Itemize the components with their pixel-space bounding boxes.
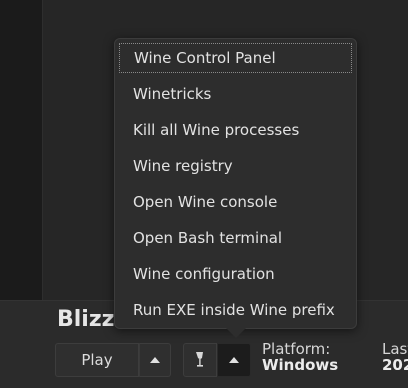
platform-value: Windows <box>262 356 339 374</box>
menu-item-wine-configuration[interactable]: Wine configuration <box>119 259 352 289</box>
popover-arrow <box>226 328 246 338</box>
wine-glass-icon <box>196 352 203 367</box>
wine-popover-menu: Wine Control Panel Winetricks Kill all W… <box>114 38 357 329</box>
triangle-up-icon <box>229 357 239 363</box>
wine-menu-toggle-button[interactable] <box>217 343 251 377</box>
menu-item-winetricks[interactable]: Winetricks <box>119 79 352 109</box>
menu-item-wine-console[interactable]: Open Wine console <box>119 187 352 217</box>
play-button[interactable]: Play <box>55 343 139 377</box>
lutris-window: Blizzard Play Platform: Windows Last 202… <box>0 0 408 388</box>
sidebar <box>0 0 43 300</box>
menu-item-kill-wine-processes[interactable]: Kill all Wine processes <box>119 115 352 145</box>
menu-item-bash-terminal[interactable]: Open Bash terminal <box>119 223 352 253</box>
play-options-button[interactable] <box>139 343 171 377</box>
triangle-up-icon <box>150 357 160 363</box>
menu-item-wine-control-panel[interactable]: Wine Control Panel <box>119 43 352 73</box>
menu-item-run-exe[interactable]: Run EXE inside Wine prefix <box>119 295 352 325</box>
menu-item-wine-registry[interactable]: Wine registry <box>119 151 352 181</box>
last-played-value: 2021 <box>382 356 408 374</box>
wine-tools-button[interactable] <box>183 343 217 377</box>
